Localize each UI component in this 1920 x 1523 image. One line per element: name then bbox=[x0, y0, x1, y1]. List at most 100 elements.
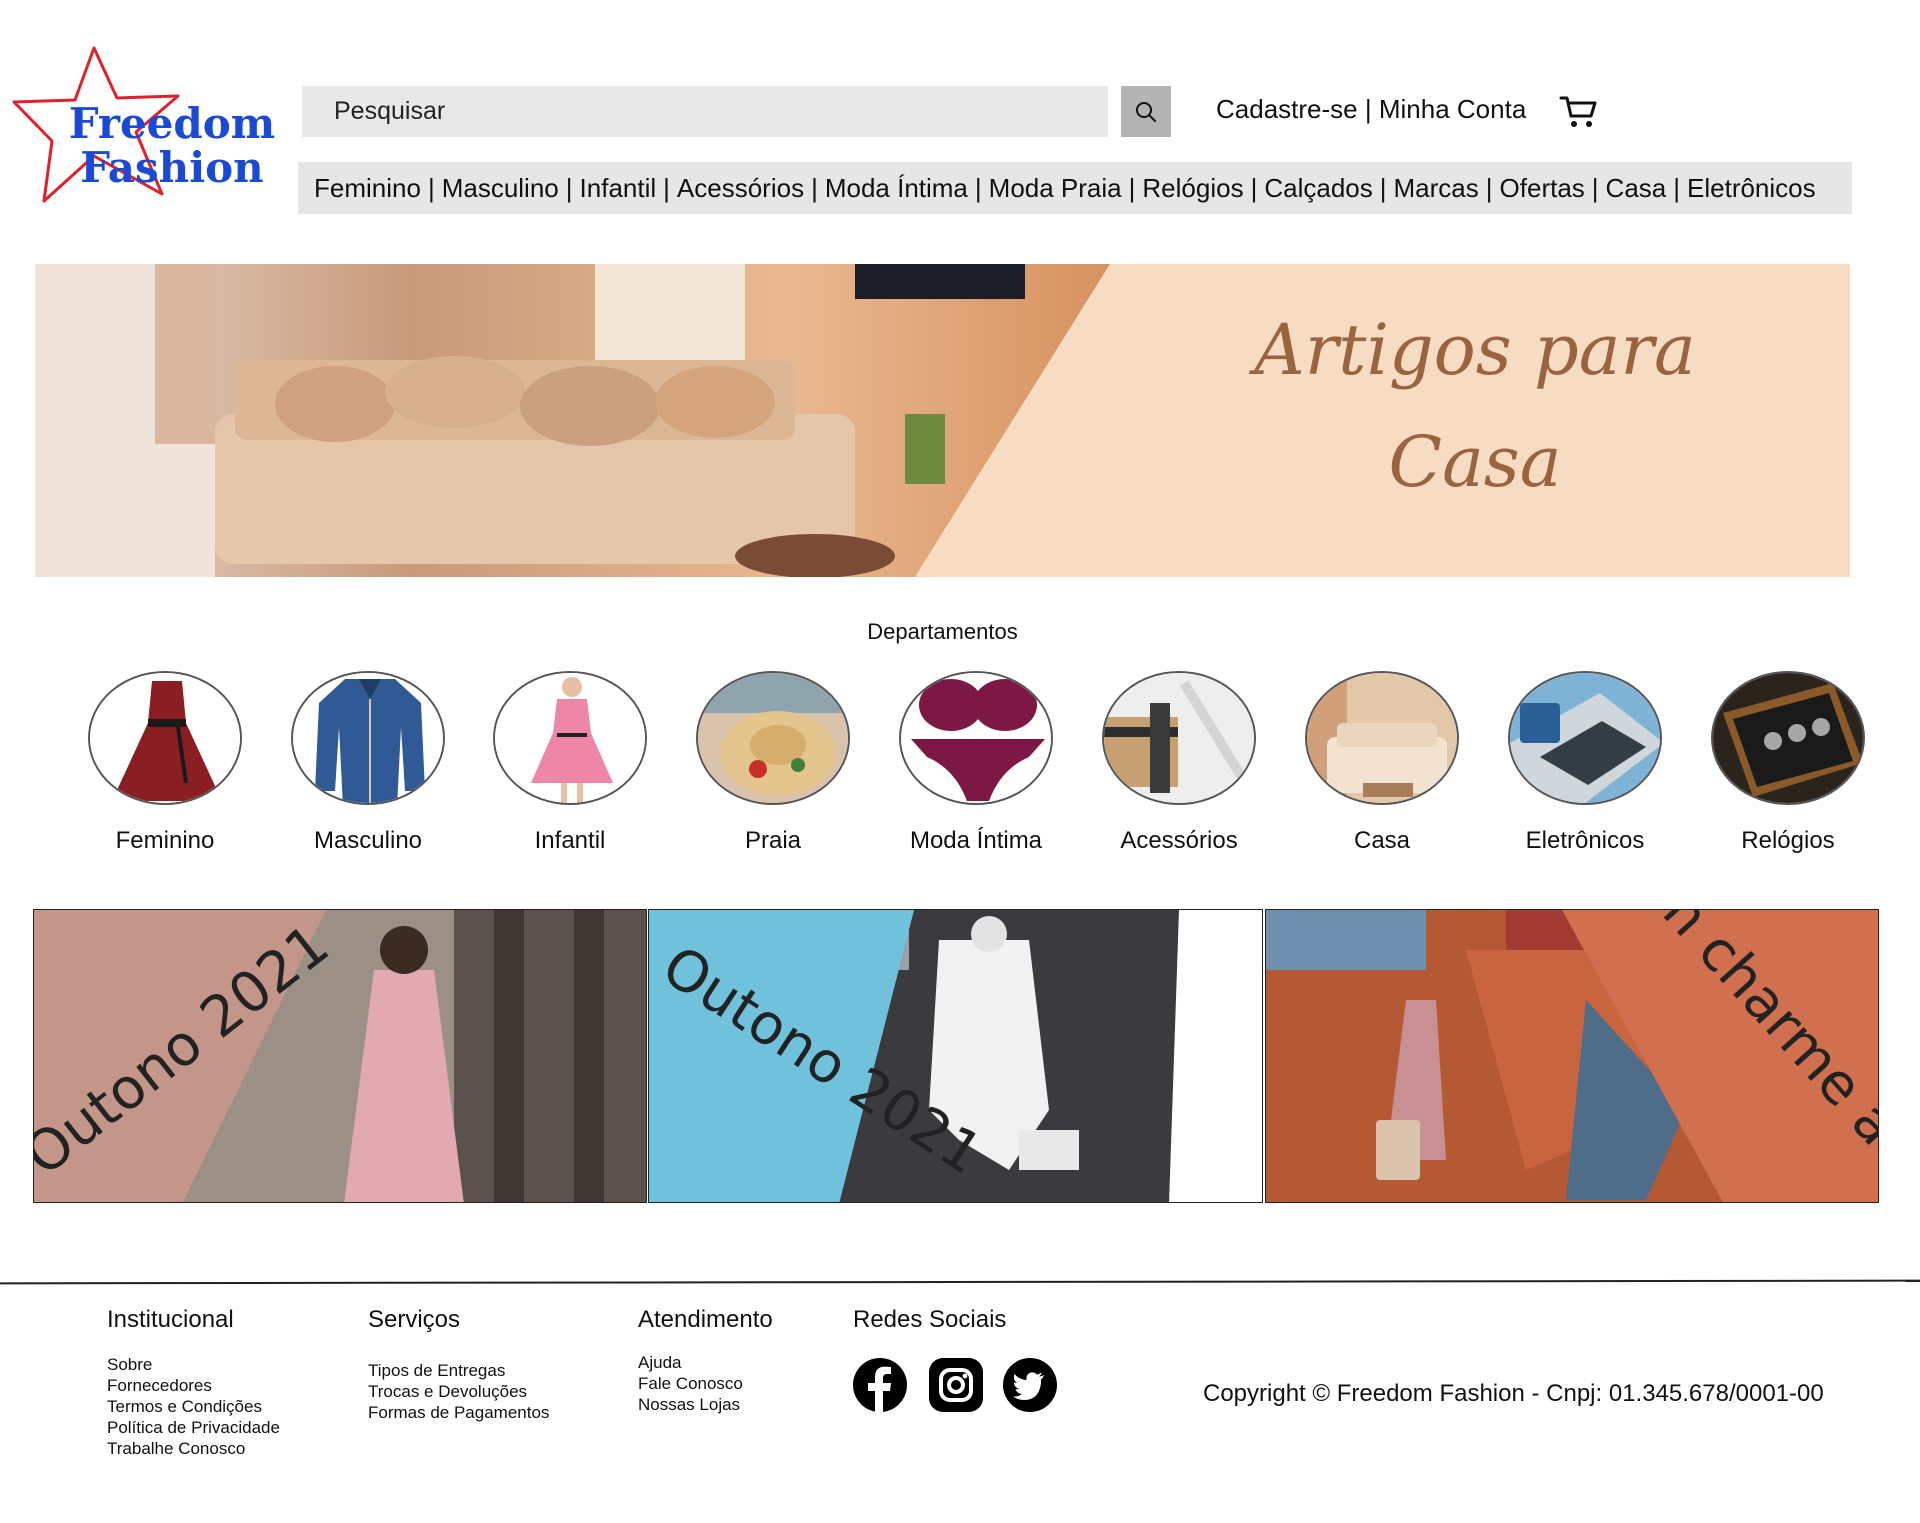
footer-link-pagamentos[interactable]: Formas de Pagamentos bbox=[368, 1402, 549, 1423]
footer-heading: Institucional bbox=[107, 1306, 234, 1333]
facebook-link[interactable] bbox=[853, 1358, 907, 1412]
footer-heading: Atendimento bbox=[638, 1306, 773, 1333]
cart-button[interactable] bbox=[1559, 94, 1599, 130]
search-button[interactable] bbox=[1121, 86, 1171, 137]
footer-link-fale-conosco[interactable]: Fale Conosco bbox=[638, 1373, 773, 1394]
department-infantil[interactable]: Infantil bbox=[490, 671, 650, 855]
brand-line1: Freedom bbox=[68, 99, 276, 148]
nav-separator: | bbox=[1673, 172, 1681, 203]
dept-image bbox=[1102, 671, 1256, 805]
hero-title: Artigos para Casa bbox=[1145, 294, 1805, 518]
copyright-text: Copyright © Freedom Fashion - Cnpj: 01.3… bbox=[1203, 1380, 1824, 1407]
nav-item-infantil[interactable]: Infantil bbox=[580, 173, 657, 204]
footer-link-sobre[interactable]: Sobre bbox=[107, 1354, 280, 1375]
footer-link-trocas[interactable]: Trocas e Devoluções bbox=[368, 1381, 549, 1402]
footer-atendimento: Atendimento Ajuda Fale Conosco Nossas Lo… bbox=[638, 1306, 773, 1415]
dept-label: Eletrônicos bbox=[1525, 827, 1645, 854]
my-account-link[interactable]: Minha Conta bbox=[1379, 94, 1526, 124]
nav-separator: | bbox=[1379, 172, 1387, 203]
dept-label: Casa bbox=[1353, 827, 1411, 854]
instagram-icon bbox=[929, 1358, 983, 1412]
dept-label: Relógios bbox=[1741, 827, 1835, 854]
laptop-icon bbox=[1510, 673, 1660, 803]
dept-image bbox=[291, 671, 445, 805]
nav-item-casa[interactable]: Casa bbox=[1606, 173, 1667, 204]
beach-hat-icon bbox=[698, 673, 848, 803]
kids-dress-icon bbox=[495, 673, 645, 803]
nav-item-calcados[interactable]: Calçados bbox=[1264, 173, 1372, 204]
brand-logo[interactable]: Freedom Fashion bbox=[12, 46, 275, 206]
department-moda-intima[interactable]: Moda Íntima bbox=[896, 671, 1056, 855]
dept-image bbox=[88, 671, 242, 805]
twitter-link[interactable] bbox=[1003, 1358, 1057, 1412]
dept-label: Acessórios bbox=[1120, 827, 1238, 854]
nav-item-masculino[interactable]: Masculino bbox=[442, 173, 559, 204]
footer-link-privacidade[interactable]: Política de Privacidade bbox=[107, 1417, 280, 1438]
facebook-icon bbox=[853, 1358, 907, 1412]
footer-divider bbox=[0, 1279, 1920, 1285]
dept-label: Praia bbox=[744, 827, 802, 854]
nav-separator: | bbox=[663, 172, 670, 203]
category-nav: Feminino | Masculino | Infantil | Acessório… bbox=[298, 162, 1852, 214]
nav-separator: | bbox=[565, 172, 573, 203]
nav-item-acessorios[interactable]: Acessórios bbox=[677, 173, 804, 204]
nav-separator: | bbox=[1128, 172, 1136, 203]
search-placeholder: Pesquisar bbox=[334, 97, 446, 125]
department-eletronicos[interactable]: Eletrônicos bbox=[1505, 671, 1665, 855]
dept-image bbox=[1711, 671, 1865, 805]
dept-label: Moda Íntima bbox=[909, 827, 1043, 854]
search-icon bbox=[1136, 101, 1156, 122]
department-relogios[interactable]: Relógios bbox=[1708, 671, 1868, 855]
nav-item-moda-praia[interactable]: Moda Praia bbox=[989, 173, 1122, 204]
department-praia[interactable]: Praia bbox=[693, 671, 853, 855]
footer-institucional: Institucional Sobre Fornecedores Termos … bbox=[107, 1306, 280, 1459]
departments-title: Departamentos bbox=[867, 619, 1018, 644]
department-feminino[interactable]: Feminino bbox=[85, 671, 245, 855]
instagram-link[interactable] bbox=[929, 1358, 983, 1412]
shirt-icon bbox=[293, 673, 443, 803]
footer-link-termos[interactable]: Termos e Condições bbox=[107, 1396, 280, 1417]
nav-item-relogios[interactable]: Relógios bbox=[1142, 173, 1243, 204]
hero-banner[interactable]: Artigos para Casa bbox=[35, 264, 1850, 577]
nav-separator: | bbox=[427, 172, 435, 203]
footer-heading: Redes Sociais bbox=[853, 1306, 1007, 1333]
department-casa[interactable]: Casa bbox=[1302, 671, 1462, 855]
nav-separator: | bbox=[1250, 172, 1258, 203]
footer-link-trabalhe[interactable]: Trabalhe Conosco bbox=[107, 1438, 280, 1459]
twitter-icon bbox=[1003, 1358, 1057, 1412]
account-links: Cadastre-se | Minha Conta bbox=[1216, 94, 1526, 125]
footer-link-lojas[interactable]: Nossas Lojas bbox=[638, 1394, 773, 1415]
search-input[interactable]: Pesquisar bbox=[302, 86, 1108, 137]
hero-title-line1: Artigos para bbox=[1254, 309, 1696, 391]
footer-link-entregas[interactable]: Tipos de Entregas bbox=[368, 1360, 549, 1381]
footer-link-fornecedores[interactable]: Fornecedores bbox=[107, 1375, 280, 1396]
signup-link[interactable]: Cadastre-se bbox=[1216, 94, 1358, 124]
sofa-icon bbox=[1307, 673, 1457, 803]
footer-link-ajuda[interactable]: Ajuda bbox=[638, 1352, 773, 1373]
dept-label: Feminino bbox=[115, 827, 215, 854]
dept-image bbox=[1508, 671, 1662, 805]
footer-servicos: Serviços Tipos de Entregas Trocas e Devo… bbox=[368, 1306, 549, 1423]
nav-item-moda-intima[interactable]: Moda Íntima bbox=[825, 173, 968, 204]
nav-item-ofertas[interactable]: Ofertas bbox=[1500, 173, 1585, 204]
department-acessorios[interactable]: Acessórios bbox=[1099, 671, 1259, 855]
brand-name: Freedom Fashion bbox=[52, 102, 292, 190]
nav-separator: | bbox=[1591, 172, 1599, 203]
dept-image bbox=[1305, 671, 1459, 805]
footer-social: Redes Sociais bbox=[853, 1306, 1006, 1354]
nav-item-marcas[interactable]: Marcas bbox=[1394, 173, 1479, 204]
watch-box-icon bbox=[1713, 673, 1863, 803]
cart-icon bbox=[1559, 96, 1597, 127]
nav-item-feminino[interactable]: Feminino bbox=[314, 173, 421, 204]
promo-banner-outono-women[interactable]: Outono 2021 bbox=[33, 909, 647, 1203]
promo-banner-outono-men[interactable]: Outono 2021 bbox=[648, 909, 1263, 1203]
nav-separator: | bbox=[974, 172, 982, 203]
hero-title-line2: Casa bbox=[1388, 421, 1562, 503]
handbag-icon bbox=[1104, 673, 1254, 803]
dept-image bbox=[899, 671, 1053, 805]
department-masculino[interactable]: Masculino bbox=[288, 671, 448, 855]
dept-image bbox=[696, 671, 850, 805]
dept-image bbox=[493, 671, 647, 805]
promo-banner-accessories[interactable]: Um charme a mais bbox=[1265, 909, 1879, 1203]
nav-item-eletronicos[interactable]: Eletrônicos bbox=[1687, 173, 1816, 204]
